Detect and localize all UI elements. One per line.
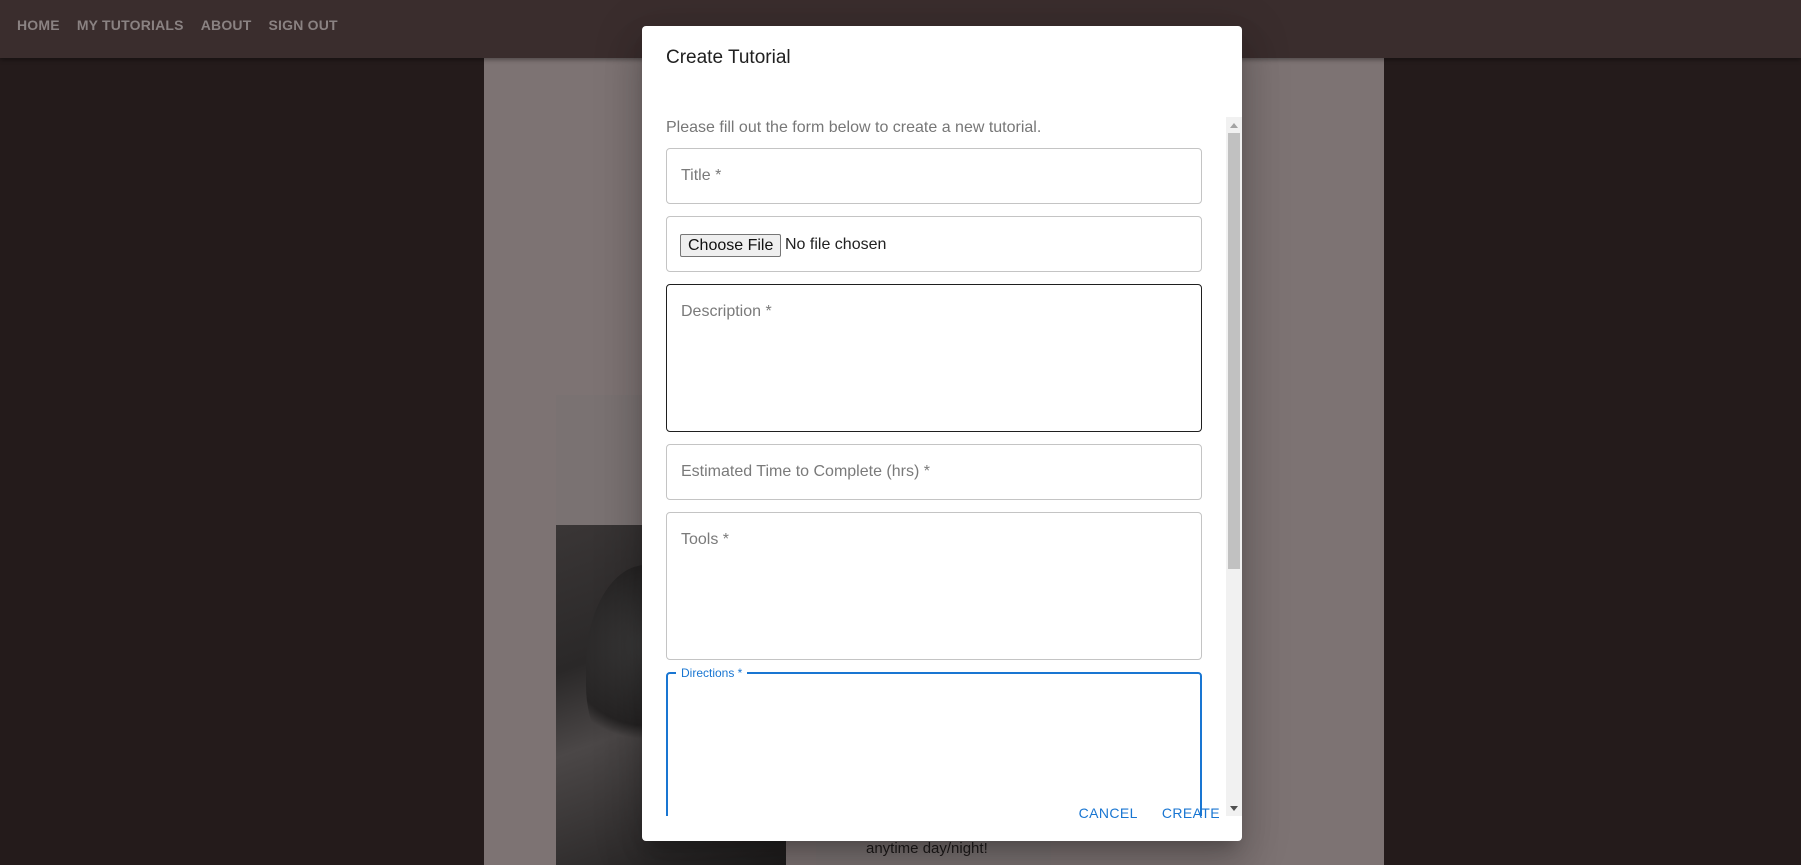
create-tutorial-dialog: Create Tutorial Please fill out the form… (642, 26, 1242, 841)
title-field-label: Title * (681, 167, 722, 184)
description-field[interactable]: Description * (666, 284, 1202, 432)
tools-field-label: Tools * (681, 531, 730, 548)
scroll-down-arrow-icon[interactable] (1230, 806, 1238, 811)
dialog-actions: CANCEL CREATE (1071, 799, 1228, 827)
title-field[interactable]: Title * (666, 148, 1202, 204)
create-button[interactable]: CREATE (1154, 799, 1228, 827)
description-field-label: Description * (681, 303, 772, 320)
choose-file-button[interactable]: Choose File (680, 234, 782, 257)
directions-field-label: Directions * (676, 666, 748, 680)
file-status-text: No file chosen (785, 236, 887, 253)
tools-field[interactable]: Tools * (666, 512, 1202, 660)
dialog-title: Create Tutorial (666, 47, 791, 68)
estimated-time-field[interactable]: Estimated Time to Complete (hrs) * (666, 444, 1202, 500)
estimated-time-field-label: Estimated Time to Complete (hrs) * (681, 463, 930, 480)
directions-field[interactable]: Directions * (666, 666, 1202, 816)
dialog-scrollbar[interactable] (1226, 117, 1242, 816)
cancel-button[interactable]: CANCEL (1071, 799, 1146, 827)
dialog-content: Please fill out the form below to create… (642, 90, 1242, 816)
scroll-up-arrow-icon[interactable] (1230, 123, 1238, 128)
file-upload-field: Choose File No file chosen (666, 216, 1202, 272)
dialog-instructions: Please fill out the form below to create… (666, 119, 1042, 136)
scrollbar-thumb[interactable] (1228, 133, 1240, 569)
